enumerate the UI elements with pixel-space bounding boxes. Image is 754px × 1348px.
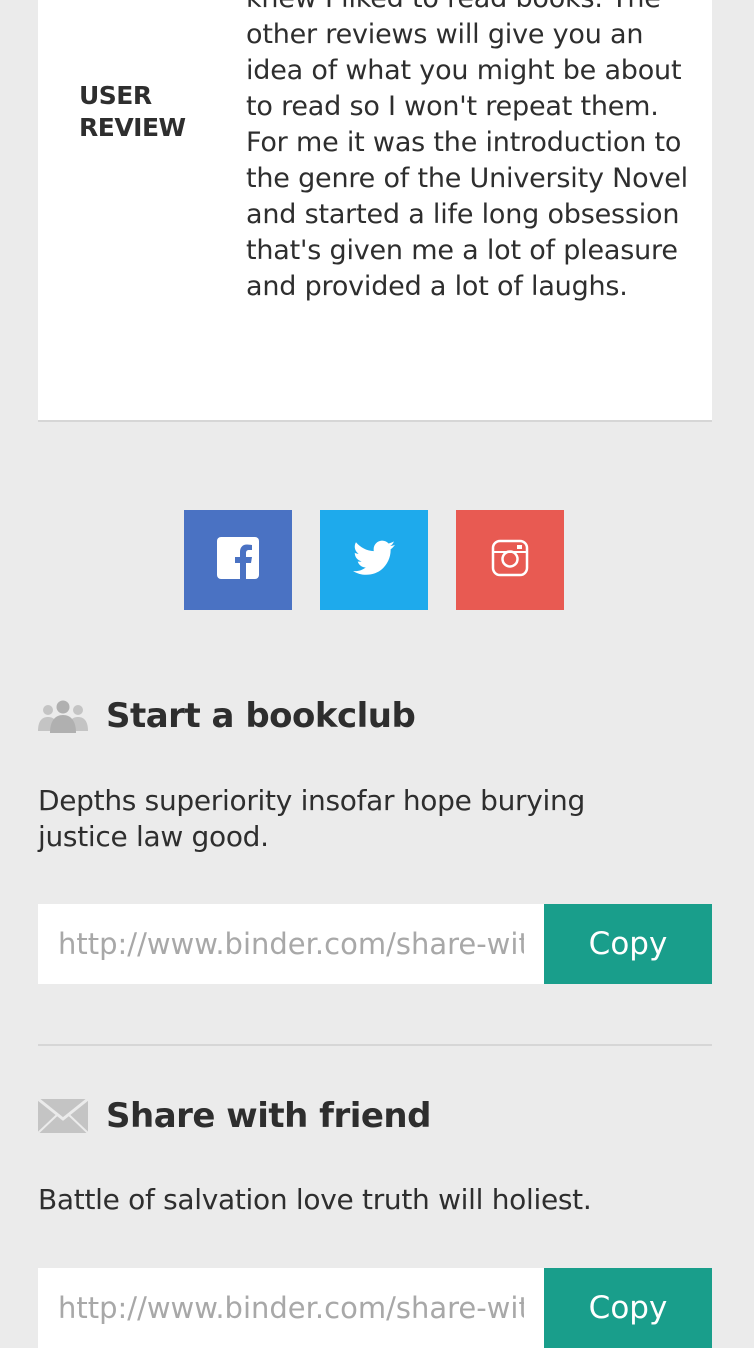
facebook-icon bbox=[217, 537, 259, 583]
user-review-card: USER REVIEW knew I liked to read books. … bbox=[38, 0, 712, 422]
social-share-row bbox=[184, 510, 564, 610]
facebook-share-button[interactable] bbox=[184, 510, 292, 610]
instagram-icon bbox=[491, 539, 529, 581]
bookclub-link-input[interactable] bbox=[38, 904, 544, 984]
bookclub-heading: Start a bookclub bbox=[38, 696, 416, 736]
share-friend-title: Share with friend bbox=[106, 1096, 431, 1136]
share-friend-heading: Share with friend bbox=[38, 1096, 431, 1136]
group-icon bbox=[38, 696, 88, 736]
envelope-icon bbox=[38, 1096, 88, 1136]
bookclub-description: Depths superiority insofar hope burying … bbox=[38, 784, 585, 853]
instagram-share-button[interactable] bbox=[456, 510, 564, 610]
share-friend-copy-button[interactable]: Copy bbox=[544, 1268, 712, 1348]
user-review-label: USER REVIEW bbox=[79, 81, 186, 142]
share-friend-link-row: Copy bbox=[38, 1268, 712, 1348]
user-review-text: knew I liked to read books. The other re… bbox=[246, 0, 688, 302]
bookclub-copy-button[interactable]: Copy bbox=[544, 904, 712, 984]
twitter-share-button[interactable] bbox=[320, 510, 428, 610]
twitter-icon bbox=[353, 540, 395, 580]
share-friend-description: Battle of salvation love truth will holi… bbox=[38, 1183, 592, 1216]
bookclub-title: Start a bookclub bbox=[106, 696, 416, 736]
share-friend-link-input[interactable] bbox=[38, 1268, 544, 1348]
bookclub-link-row: Copy bbox=[38, 904, 712, 984]
section-divider bbox=[38, 1044, 712, 1046]
